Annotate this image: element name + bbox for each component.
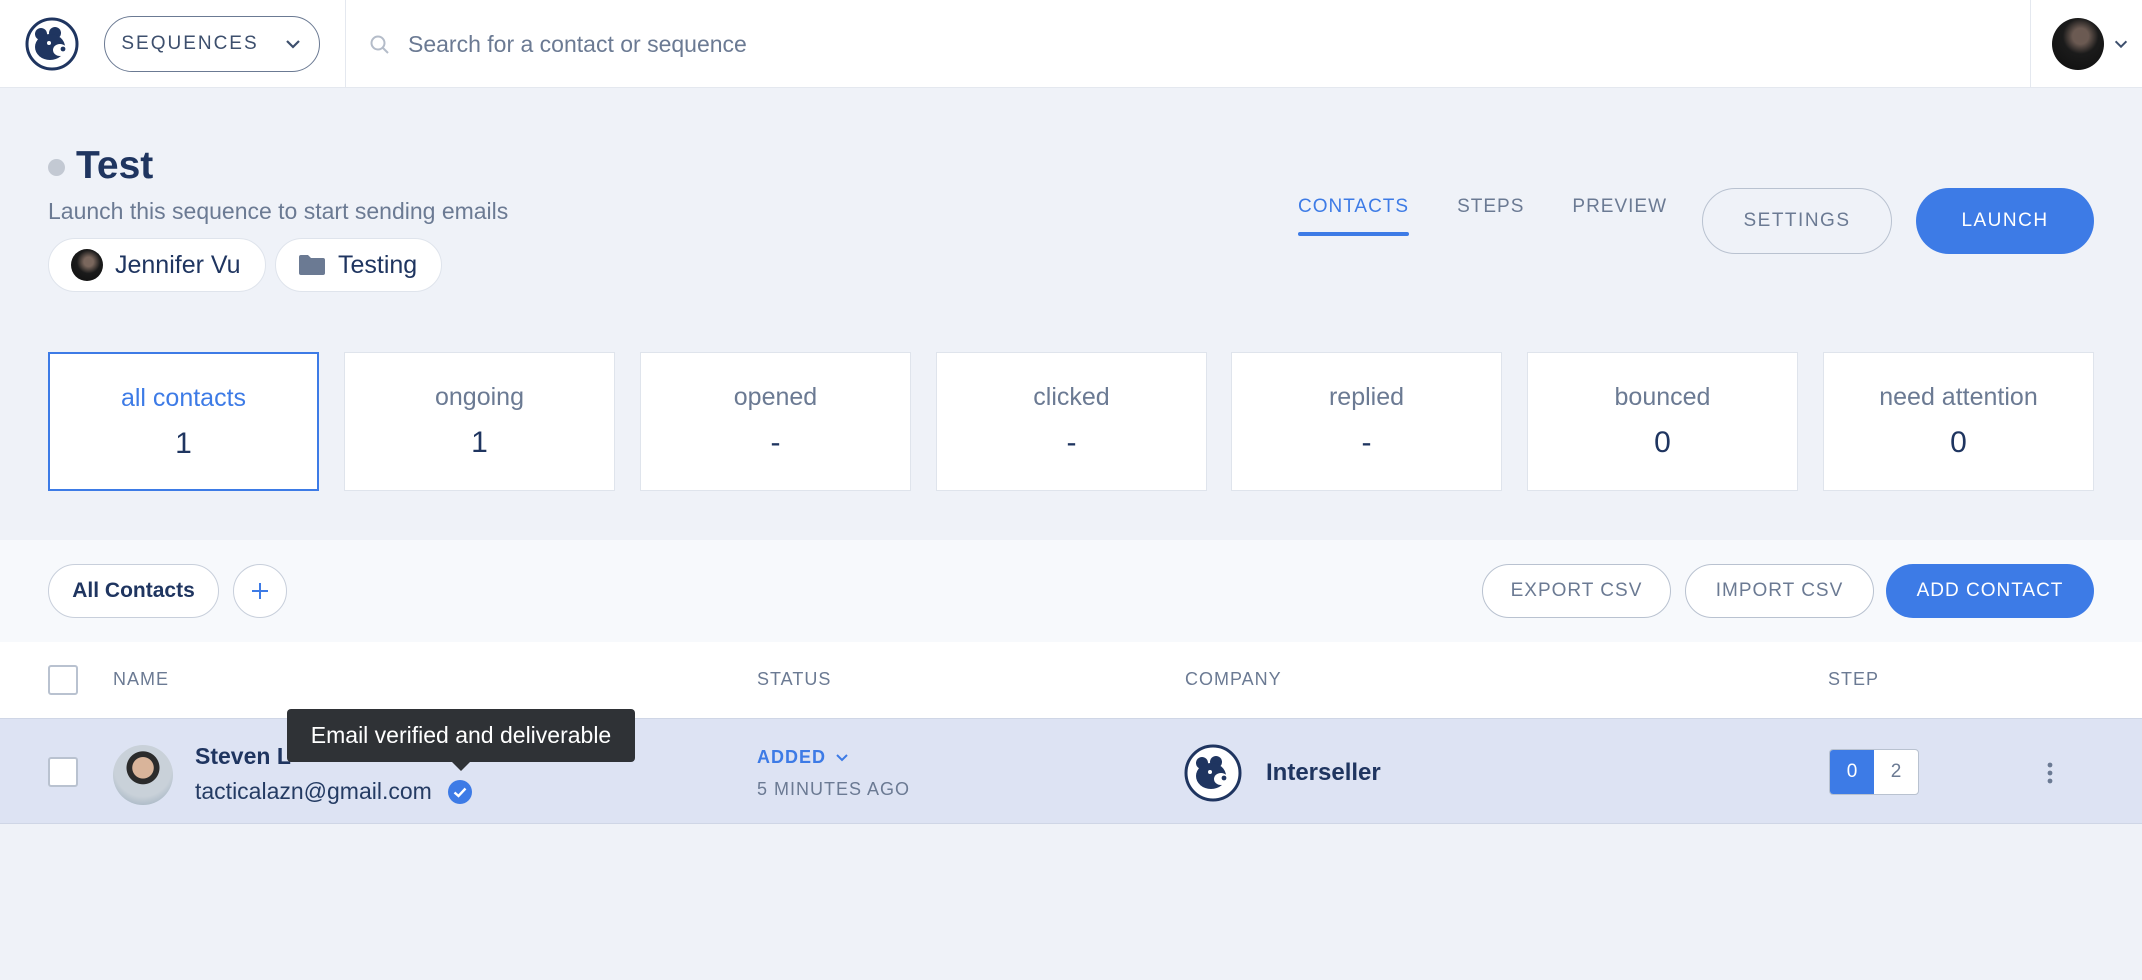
select-all-checkbox[interactable] xyxy=(48,665,78,695)
add-filter-button[interactable] xyxy=(233,564,287,618)
search-input[interactable] xyxy=(408,22,1308,66)
chevron-down-icon xyxy=(836,753,848,761)
stat-value: - xyxy=(1066,426,1077,459)
stat-card-ongoing[interactable]: ongoing 1 xyxy=(344,352,615,491)
plus-icon xyxy=(252,583,268,599)
chevron-down-icon xyxy=(285,40,300,49)
stat-value: 0 xyxy=(1950,426,1967,459)
page-title: Test xyxy=(76,144,154,187)
chevron-down-icon xyxy=(2114,40,2128,49)
divider xyxy=(345,0,346,88)
step-total: 2 xyxy=(1890,761,1902,782)
import-csv-button[interactable]: IMPORT CSV xyxy=(1685,564,1874,618)
owner-chip[interactable]: Jennifer Vu xyxy=(48,238,266,292)
stat-value: - xyxy=(1361,426,1372,459)
divider xyxy=(2030,0,2031,88)
bear-logo-icon[interactable] xyxy=(22,16,82,72)
launch-button[interactable]: LAUNCH xyxy=(1916,188,2094,254)
column-header-company[interactable]: COMPANY xyxy=(1185,669,1282,690)
stat-card-clicked[interactable]: clicked - xyxy=(936,352,1207,491)
top-bar: SEQUENCES xyxy=(0,0,2142,88)
sequences-dropdown[interactable]: SEQUENCES xyxy=(104,16,320,72)
sequences-label: SEQUENCES xyxy=(121,33,259,54)
search-icon xyxy=(370,35,389,54)
contact-name[interactable]: Steven L xyxy=(195,743,291,770)
stat-card-need-attention[interactable]: need attention 0 xyxy=(1823,352,2094,491)
folder-icon xyxy=(299,255,325,275)
status-label: ADDED xyxy=(757,747,827,767)
stat-label: replied xyxy=(1328,383,1405,411)
stat-card-all-contacts[interactable]: all contacts 1 xyxy=(48,352,319,491)
company-logo-icon xyxy=(1184,744,1242,802)
row-checkbox[interactable] xyxy=(48,757,78,787)
all-contacts-filter[interactable]: All Contacts xyxy=(48,564,219,618)
status-dropdown[interactable]: ADDED xyxy=(757,747,850,768)
stat-value: - xyxy=(770,426,781,459)
stat-card-replied[interactable]: replied - xyxy=(1231,352,1502,491)
filter-bar: All Contacts EXPORT CSV IMPORT CSV ADD C… xyxy=(0,540,2142,642)
stat-label: opened xyxy=(733,383,818,411)
folder-chip[interactable]: Testing xyxy=(275,238,443,292)
stat-card-bounced[interactable]: bounced 0 xyxy=(1527,352,1798,491)
step-current: 0 xyxy=(1830,750,1874,794)
stat-value: 1 xyxy=(471,426,488,459)
stat-card-opened[interactable]: opened - xyxy=(640,352,911,491)
avatar xyxy=(2052,18,2104,70)
stat-value: 1 xyxy=(175,427,192,460)
avatar xyxy=(71,249,103,281)
table-header: NAME STATUS COMPANY STEP xyxy=(0,642,2142,718)
status-timestamp: 5 MINUTES AGO xyxy=(757,779,911,799)
column-header-status[interactable]: STATUS xyxy=(757,669,831,690)
owner-name: Jennifer Vu xyxy=(115,250,241,279)
tab-contacts[interactable]: CONTACTS xyxy=(1298,196,1410,236)
contact-email: tacticalazn@gmail.com xyxy=(195,778,432,804)
add-contact-button[interactable]: ADD CONTACT xyxy=(1886,564,2094,618)
more-options-icon[interactable] xyxy=(2040,753,2060,793)
status-dot xyxy=(48,159,65,176)
column-header-step[interactable]: STEP xyxy=(1828,669,1879,690)
tab-bar: CONTACTS STEPS PREVIEW xyxy=(1298,196,1667,236)
stat-value: 0 xyxy=(1654,426,1671,459)
company-name[interactable]: Interseller xyxy=(1266,759,1381,787)
avatar xyxy=(113,745,173,805)
step-indicator[interactable]: 0 2 xyxy=(1829,749,1919,795)
stat-label: bounced xyxy=(1614,383,1711,411)
stat-label: ongoing xyxy=(435,383,524,411)
stat-label: all contacts xyxy=(120,384,247,412)
tab-steps[interactable]: STEPS xyxy=(1457,196,1524,236)
page-subtitle: Launch this sequence to start sending em… xyxy=(48,198,509,224)
settings-button[interactable]: SETTINGS xyxy=(1702,188,1892,254)
column-header-name[interactable]: NAME xyxy=(113,669,169,690)
user-menu[interactable] xyxy=(2052,16,2132,72)
stat-label: clicked xyxy=(1033,383,1110,411)
tab-preview[interactable]: PREVIEW xyxy=(1572,196,1667,236)
tooltip: Email verified and deliverable xyxy=(287,709,635,771)
verified-check-icon[interactable] xyxy=(447,779,473,805)
folder-name: Testing xyxy=(338,250,418,279)
export-csv-button[interactable]: EXPORT CSV xyxy=(1482,564,1671,618)
stat-label: need attention xyxy=(1879,383,2038,411)
